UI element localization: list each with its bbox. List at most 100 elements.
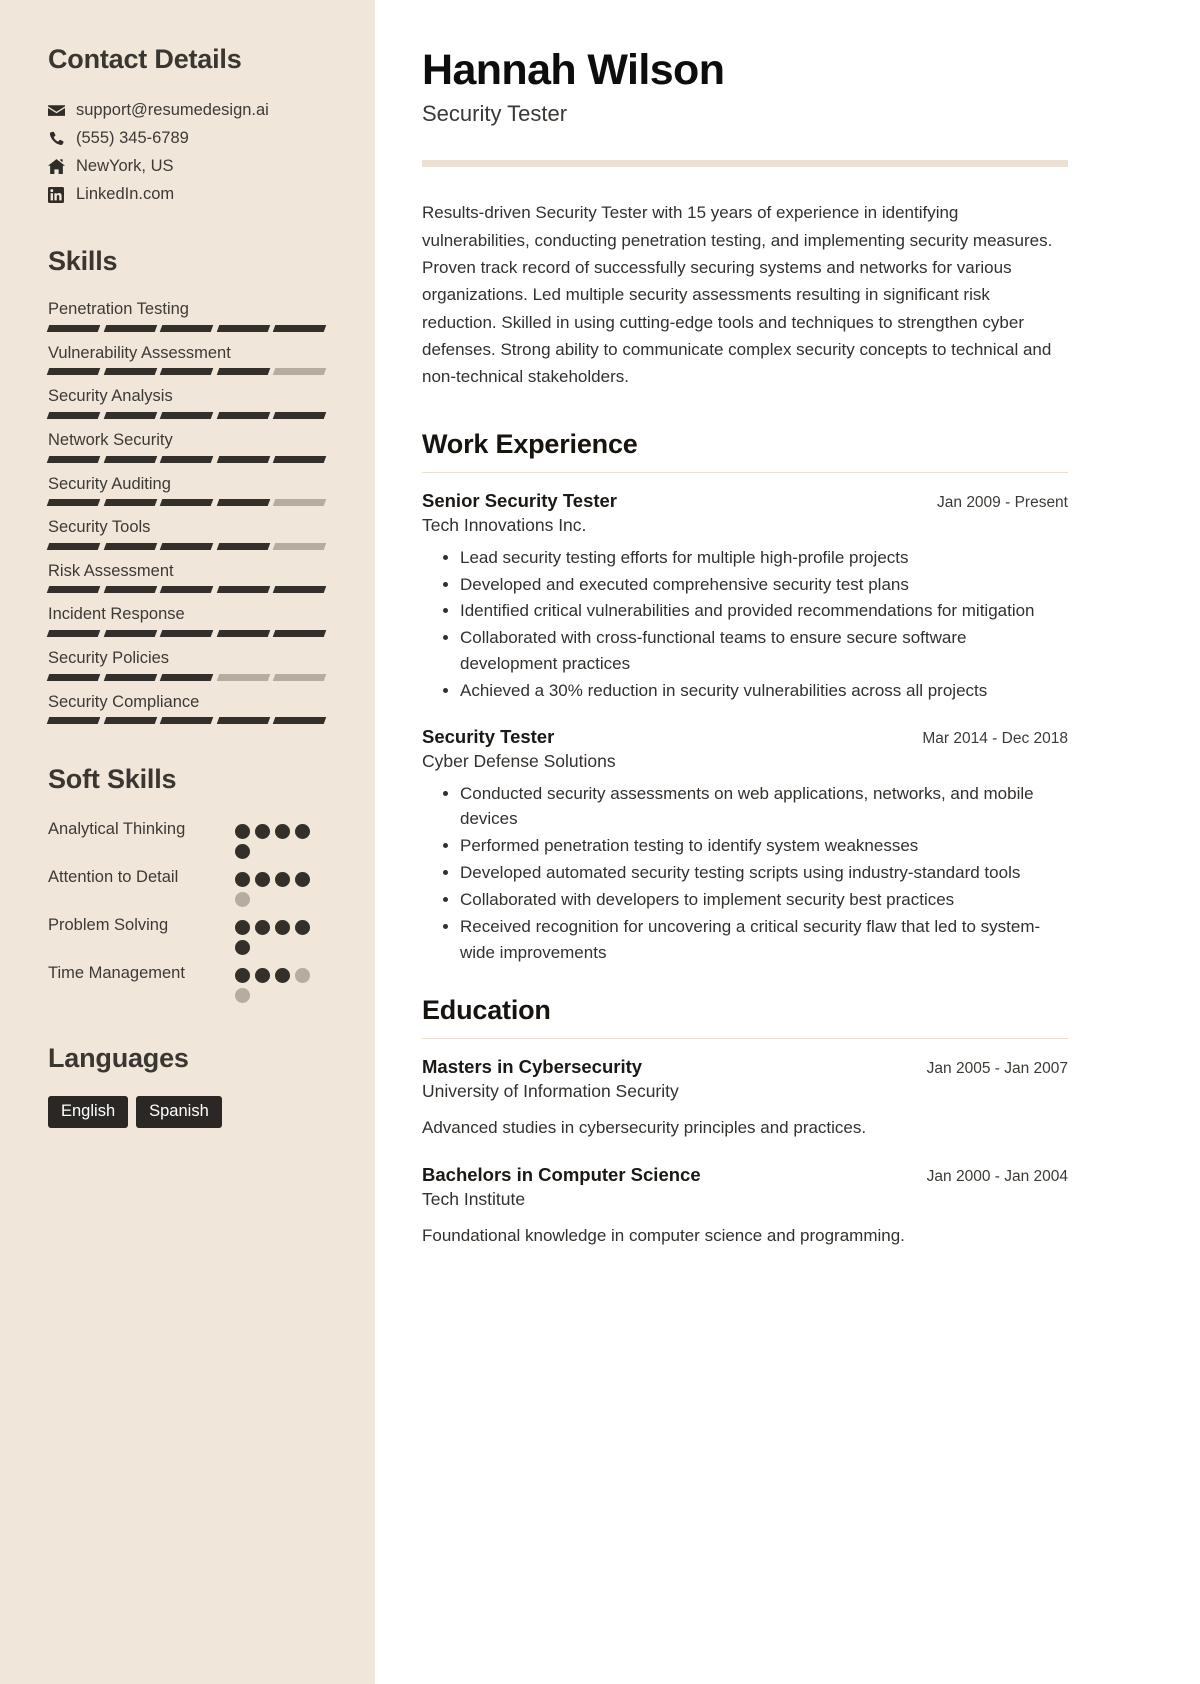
skill-label: Network Security xyxy=(48,430,173,449)
contact-item[interactable]: NewYork, US xyxy=(48,157,325,176)
work-entry-bullet: Performed penetration testing to identif… xyxy=(460,833,1068,859)
skill-bar-segment xyxy=(216,586,270,594)
skill-bar-segment xyxy=(159,455,214,463)
professional-summary: Results-driven Security Tester with 15 y… xyxy=(422,203,1053,387)
skill-bar-segment xyxy=(216,455,270,463)
contact-item-text: support@resumedesign.ai xyxy=(76,101,269,119)
work-experience-heading: Work Experience xyxy=(422,428,638,459)
contact-item-text: LinkedIn.com xyxy=(76,185,175,203)
education-entry: Bachelors in Computer Science Jan 2000 - … xyxy=(422,1164,1068,1249)
rating-dot xyxy=(275,968,290,984)
skill-bar-segment xyxy=(46,368,100,376)
work-experience-entries: Senior Security Tester Jan 2009 - Present… xyxy=(422,490,1068,966)
skill-bar-segment xyxy=(159,324,214,332)
skill-bar-segment xyxy=(273,586,327,594)
contact-details-heading: Contact Details xyxy=(48,44,242,74)
rating-dot xyxy=(255,872,270,888)
rating-dot xyxy=(275,920,290,936)
skills-list: Penetration Testing Vulnerability Assessm… xyxy=(46,299,327,725)
skill-bar-segment xyxy=(46,455,100,463)
education-entry-description: Advanced studies in cybersecurity princi… xyxy=(422,1118,867,1138)
skill-bar-segment xyxy=(103,499,157,507)
skill-rating-bar xyxy=(46,586,327,594)
skill-bar-segment xyxy=(273,499,327,507)
work-experience-section: Work Experience Senior Security Tester Ja… xyxy=(422,429,1068,966)
work-entry-bullet: Identified critical vulnerabilities and … xyxy=(460,598,1068,624)
education-entry-school: University of Information Security xyxy=(422,1081,679,1102)
skill-rating-bar xyxy=(46,542,327,550)
skill-bar-segment xyxy=(103,542,157,550)
skill-item: Security Policies xyxy=(46,648,327,681)
skill-bar-segment xyxy=(273,455,327,463)
skill-bar-segment xyxy=(273,717,327,725)
education-entry: Masters in Cybersecurity Jan 2005 - Jan 2… xyxy=(422,1056,1068,1141)
education-entry-date: Jan 2005 - Jan 2007 xyxy=(926,1060,1068,1078)
work-entry-organization: Tech Innovations Inc. xyxy=(422,514,587,535)
sidebar: Contact Details support@resumedesign.ai (… xyxy=(0,0,375,1684)
education-entry-school: Tech Institute xyxy=(422,1188,526,1209)
section-divider xyxy=(422,471,1068,473)
education-section: Education Masters in Cybersecurity Jan 20… xyxy=(422,995,1068,1249)
skill-bar-segment xyxy=(159,542,214,550)
work-entry-organization: Cyber Defense Solutions xyxy=(422,750,616,771)
skill-bar-segment xyxy=(46,630,100,637)
skill-bar-segment xyxy=(46,324,100,332)
work-entry-role: Senior Security Tester xyxy=(422,489,618,511)
skill-bar-segment xyxy=(46,542,100,550)
main-content: Hannah Wilson Security Tester Results-dr… xyxy=(375,0,1200,1684)
skill-item: Security Auditing xyxy=(46,474,327,507)
header-divider xyxy=(422,160,1068,168)
section-divider xyxy=(422,1038,1068,1040)
contact-item[interactable]: support@resumedesign.ai xyxy=(48,101,325,120)
resume-page: Contact Details support@resumedesign.ai (… xyxy=(0,0,1200,1684)
skill-label: Security Auditing xyxy=(48,474,171,493)
education-entries: Masters in Cybersecurity Jan 2005 - Jan 2… xyxy=(422,1056,1068,1249)
contact-list: support@resumedesign.ai (555) 345-6789 New… xyxy=(48,101,325,204)
soft-skill-rating-dots xyxy=(235,865,325,908)
soft-skill-item: Analytical Thinking xyxy=(48,817,325,860)
skill-label: Penetration Testing xyxy=(48,300,189,318)
rating-dot xyxy=(235,892,250,908)
skill-item: Network Security xyxy=(46,430,327,463)
skill-bar-segment xyxy=(159,717,214,725)
skill-rating-bar xyxy=(46,324,327,332)
skill-bar-segment xyxy=(273,630,327,637)
rating-dot xyxy=(295,968,310,984)
rating-dot xyxy=(295,824,310,840)
skill-bar-segment xyxy=(159,499,214,507)
skill-rating-bar xyxy=(46,630,327,637)
skill-item: Security Tools xyxy=(46,517,327,550)
skill-bar-segment xyxy=(216,499,270,507)
contact-item[interactable]: LinkedIn.com xyxy=(48,185,325,204)
contact-item-text: (555) 345-6789 xyxy=(76,129,189,147)
work-entry-bullets: Conducted security assessments on web ap… xyxy=(444,781,1068,966)
skill-bar-segment xyxy=(103,586,157,594)
skill-bar-segment xyxy=(273,368,327,376)
language-chip[interactable]: Spanish xyxy=(136,1096,222,1129)
skill-bar-segment xyxy=(46,411,100,419)
skill-bar-segment xyxy=(46,717,100,725)
skill-bar-segment xyxy=(273,542,327,550)
rating-dot xyxy=(235,824,250,840)
rating-dot xyxy=(255,968,270,984)
skill-label: Risk Assessment xyxy=(48,561,174,580)
skill-bar-segment xyxy=(159,368,214,376)
skill-item: Penetration Testing xyxy=(46,299,327,332)
languages-heading: Languages xyxy=(48,1043,189,1074)
skill-bar-segment xyxy=(46,499,100,507)
skill-label: Vulnerability Assessment xyxy=(48,343,231,362)
work-entry-bullet: Developed automated security testing scr… xyxy=(460,860,1068,886)
soft-skill-rating-dots xyxy=(235,961,325,1004)
rating-dot xyxy=(235,940,250,956)
skill-bar-segment xyxy=(103,630,157,637)
skill-bar-segment xyxy=(103,324,157,332)
contact-item[interactable]: (555) 345-6789 xyxy=(48,129,325,148)
work-entry-date: Mar 2014 - Dec 2018 xyxy=(922,729,1068,747)
work-entry-bullet: Collaborated with cross-functional teams… xyxy=(460,625,1068,677)
linkedin-icon xyxy=(48,186,76,203)
language-chip[interactable]: English xyxy=(48,1096,129,1129)
rating-dot xyxy=(295,872,310,888)
soft-skill-item: Attention to Detail xyxy=(48,865,325,908)
skill-bar-segment xyxy=(159,630,214,637)
work-entry-bullet: Developed and executed comprehensive sec… xyxy=(460,572,1068,598)
